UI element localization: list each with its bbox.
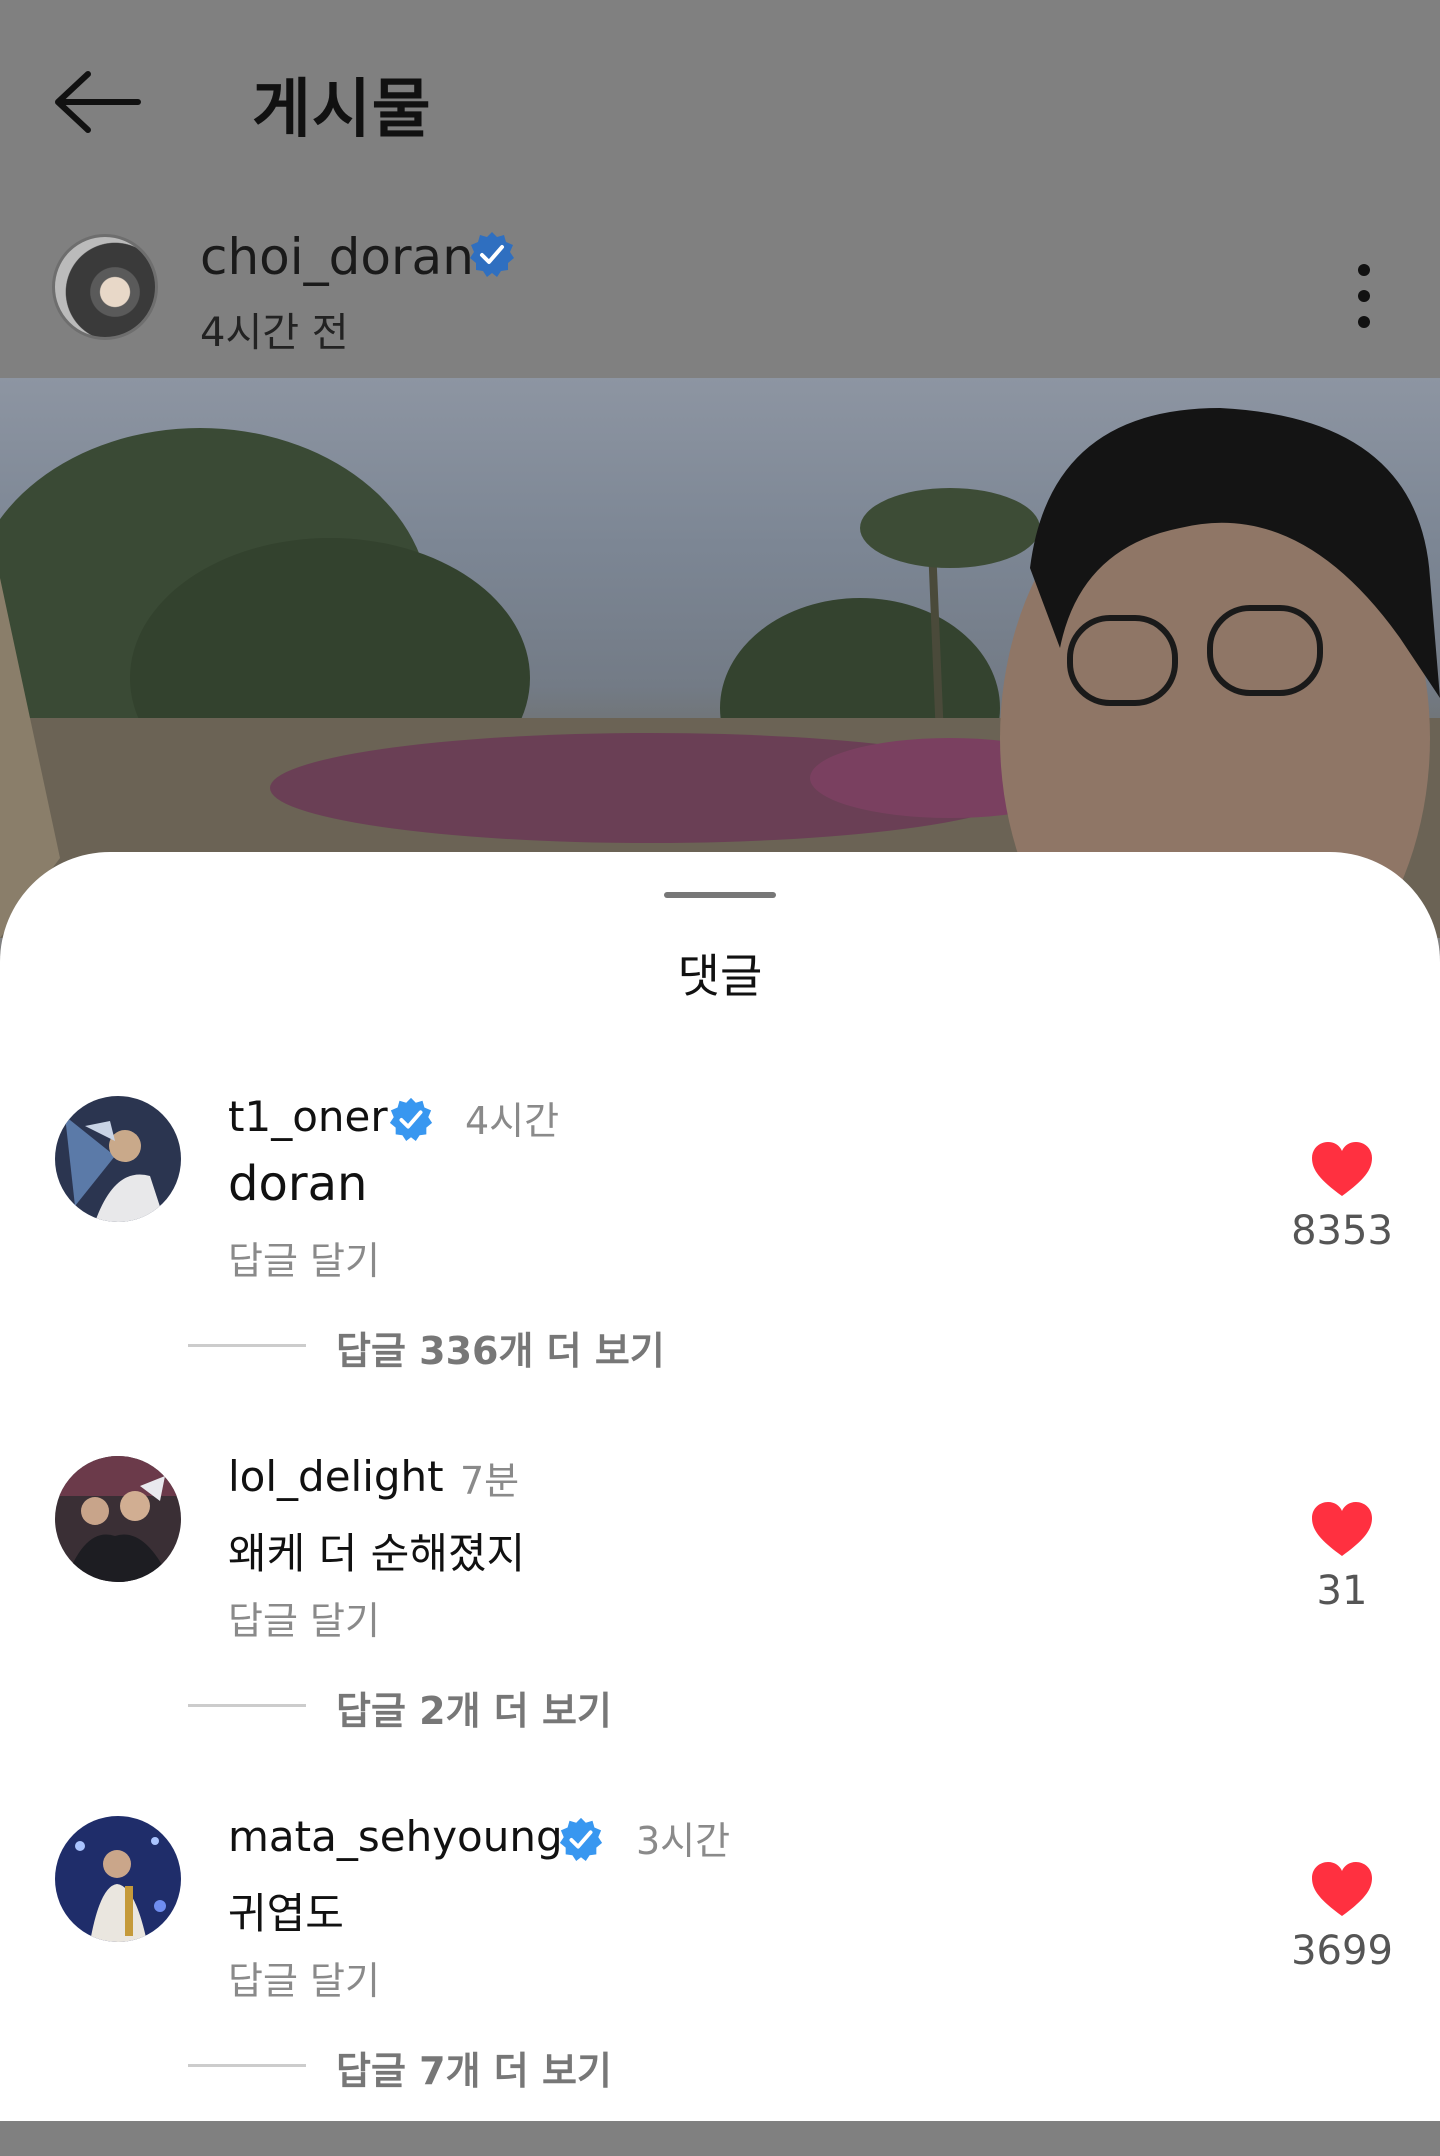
commenter-avatar[interactable]: [55, 1456, 181, 1582]
comment-time: 3시간: [636, 1819, 731, 1863]
back-arrow-icon[interactable]: [52, 62, 144, 142]
commenter-avatar[interactable]: [55, 1816, 181, 1942]
sheet-drag-handle[interactable]: [664, 892, 776, 898]
comment-username[interactable]: lol_delight: [228, 1452, 444, 1501]
more-options-icon[interactable]: [1344, 256, 1384, 336]
comment-text: doran: [228, 1156, 368, 1212]
page-title: 게시물: [252, 73, 432, 147]
divider-line: [188, 1344, 306, 1347]
view-more-replies-button[interactable]: 답글 7개 더 보기: [188, 2040, 708, 2100]
post-author-row: choi_doran 4시간 전: [0, 220, 1440, 380]
comment-username[interactable]: t1_oner: [228, 1092, 388, 1141]
sheet-title: 댓글: [677, 949, 763, 1003]
comment-username[interactable]: mata_sehyoung: [228, 1812, 563, 1861]
view-more-replies-label: 답글 7개 더 보기: [336, 2049, 612, 2093]
view-more-replies-label: 답글 336개 더 보기: [336, 1329, 665, 1373]
view-more-replies-button[interactable]: 답글 336개 더 보기: [188, 1320, 708, 1380]
verified-badge-icon: [559, 1817, 603, 1862]
comment-item: t1_oner 4시간 doran 답글 달기 8353 답글 336개 더 보…: [0, 1092, 1440, 1436]
comments-sheet: 댓글 t1_oner 4시간 doran 답글 달기 8353 답글 336개 …: [0, 852, 1440, 2121]
comment-item: mata_sehyoung 3시간 귀엽도 답글 달기 3699 답글 7개 더…: [0, 1812, 1440, 2156]
divider-line: [188, 1704, 306, 1707]
view-more-replies-label: 답글 2개 더 보기: [336, 1689, 612, 1733]
like-count: 3699: [1291, 1928, 1393, 1974]
top-bar: 게시물: [0, 0, 1440, 200]
heart-icon[interactable]: [1310, 1140, 1374, 1198]
like-count: 8353: [1291, 1208, 1393, 1254]
divider-line: [188, 2064, 306, 2067]
heart-icon[interactable]: [1310, 1500, 1374, 1558]
reply-button[interactable]: 답글 달기: [228, 1230, 380, 1285]
reply-button[interactable]: 답글 달기: [228, 1590, 380, 1645]
heart-icon[interactable]: [1310, 1860, 1374, 1918]
verified-badge-icon: [470, 232, 514, 277]
author-avatar[interactable]: [52, 234, 158, 340]
view-more-replies-button[interactable]: 답글 2개 더 보기: [188, 1680, 708, 1740]
comment-time: 4시간: [465, 1099, 560, 1143]
commenter-avatar[interactable]: [55, 1096, 181, 1222]
comment-text: 귀엽도: [228, 1889, 344, 1938]
reply-button[interactable]: 답글 달기: [228, 1950, 380, 2005]
comment-text: 왜케 더 순해졌지: [228, 1529, 526, 1578]
like-count: 31: [1316, 1568, 1368, 1614]
verified-badge-icon: [389, 1097, 433, 1142]
comment-item: lol_delight 7분 왜케 더 순해졌지 답글 달기 31 답글 2개 …: [0, 1452, 1440, 1796]
post-time: 4시간 전: [200, 310, 349, 356]
comment-time: 7분: [460, 1459, 520, 1503]
author-username[interactable]: choi_doran: [200, 228, 474, 286]
